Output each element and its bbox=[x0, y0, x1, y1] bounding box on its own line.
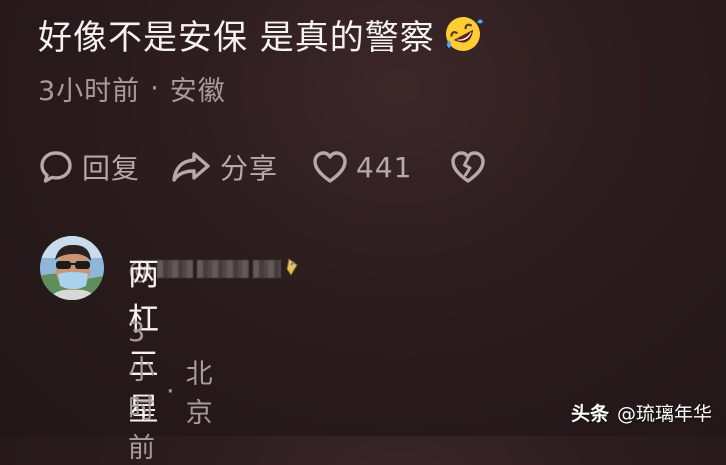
heart-icon bbox=[312, 150, 348, 184]
reply-time: 3小时前 bbox=[128, 317, 156, 464]
comment-meta: 3小时前 · 安徽 bbox=[38, 68, 226, 108]
reply-label: 回复 bbox=[82, 152, 141, 185]
username-blurred-segment bbox=[197, 260, 249, 278]
comment-time: 3小时前 bbox=[38, 75, 141, 107]
dislike-button[interactable] bbox=[450, 145, 486, 189]
watermark-handle: @琉璃年华 bbox=[616, 402, 712, 425]
reply-button[interactable]: 回复 bbox=[38, 145, 140, 189]
reply-location: 北京 bbox=[185, 359, 214, 429]
watermark: 头条 @琉璃年华 bbox=[571, 398, 712, 426]
comment-text: 好像不是安保 是真的警察 bbox=[38, 8, 483, 60]
meta-separator: · bbox=[150, 72, 160, 104]
laughing-emoji-icon bbox=[443, 14, 483, 54]
share-label: 分享 bbox=[220, 152, 279, 185]
meta-separator: · bbox=[166, 375, 176, 407]
share-arrow-icon bbox=[170, 149, 212, 185]
like-count: 441 bbox=[356, 150, 413, 184]
comment-actions: 回复 分享 441 bbox=[38, 145, 486, 189]
share-button[interactable]: 分享 bbox=[170, 145, 278, 189]
comment-location: 安徽 bbox=[169, 75, 226, 107]
avatar[interactable] bbox=[40, 236, 104, 300]
broken-heart-icon bbox=[450, 150, 486, 184]
username-blurred-segment bbox=[253, 260, 281, 278]
watermark-brand: 头条 bbox=[570, 402, 609, 425]
comment-body: 好像不是安保 是真的警察 bbox=[38, 17, 435, 58]
like-button[interactable]: 441 bbox=[312, 145, 412, 189]
user-badge-icon bbox=[285, 257, 299, 281]
reply-meta: 3小时前 · 北京 bbox=[128, 317, 214, 464]
speech-bubble-icon bbox=[38, 149, 74, 185]
username-blurred-segment bbox=[157, 260, 193, 278]
